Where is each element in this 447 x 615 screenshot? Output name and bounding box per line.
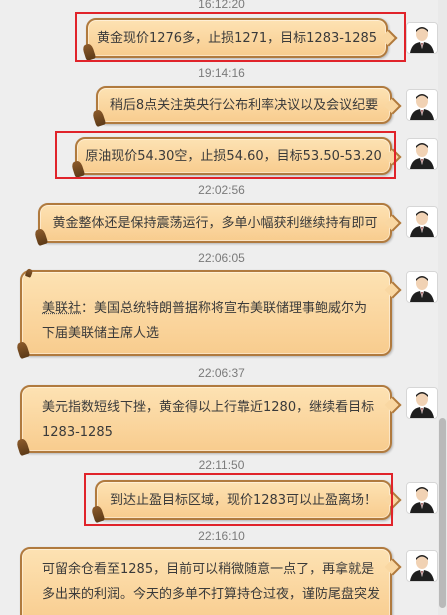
user-avatar-icon bbox=[407, 90, 437, 120]
user-avatar-icon bbox=[407, 207, 437, 237]
bubble-tail bbox=[384, 148, 402, 166]
timestamp: 22:16:10 bbox=[198, 529, 245, 543]
bubble-corner-decoration-icon bbox=[70, 159, 86, 179]
user-avatar-icon bbox=[407, 272, 437, 302]
timestamp: 22:06:05 bbox=[198, 251, 245, 265]
chat-history: 16:12:20 黄金现价1276多，止损1271，目标1283-1285 19… bbox=[0, 0, 447, 615]
bubble-tail bbox=[384, 214, 402, 232]
avatar[interactable] bbox=[406, 482, 438, 514]
message-text: 黄金整体还是保持震荡运行，多单小幅获利继续持有即可 bbox=[52, 216, 378, 231]
user-avatar-icon bbox=[407, 388, 437, 418]
scrollbar-thumb[interactable] bbox=[439, 418, 446, 608]
message-bubble[interactable]: 黄金整体还是保持震荡运行，多单小幅获利继续持有即可 bbox=[33, 203, 402, 247]
bubble-tail bbox=[380, 29, 398, 47]
timestamp: 16:12:20 bbox=[198, 0, 245, 11]
message-bubble[interactable]: 可留余仓看至1285，目前可以稍微随意一点了，再拿就是 多出来的利润。今天的多单… bbox=[20, 547, 402, 615]
bubble-corner-decoration-icon bbox=[91, 108, 107, 128]
bubble-corner-decoration-icon bbox=[90, 504, 106, 524]
message-bubble[interactable]: 黄金现价1276多，止损1271，目标1283-1285 bbox=[81, 18, 398, 62]
avatar[interactable] bbox=[406, 138, 438, 170]
message-text: 到达止盈目标区域，现价1283可以止盈离场！ bbox=[109, 493, 378, 508]
message-text: 原油现价54.30空，止损54.60，目标53.50-53.20 bbox=[85, 149, 382, 164]
message-text-line: 可留余仓看至1285，目前可以稍微随意一点了，再拿就是 bbox=[42, 562, 375, 577]
timestamp: 19:14:16 bbox=[198, 66, 245, 80]
timestamp: 22:02:56 bbox=[198, 183, 245, 197]
avatar[interactable] bbox=[406, 22, 438, 54]
bubble-corner-decoration-icon bbox=[24, 268, 34, 278]
scrollbar-track[interactable] bbox=[438, 0, 447, 615]
avatar[interactable] bbox=[406, 206, 438, 238]
avatar[interactable] bbox=[406, 271, 438, 303]
message-text-body: ：美国总统特朗普据称将宣布美联储理事鲍威尔为下届美联储主席人选 bbox=[42, 301, 368, 341]
message-text-line: 多出来的利润。今天的多单不打算持仓过夜，谨防尾盘突发 bbox=[42, 587, 381, 602]
message-text: 黄金现价1276多，止损1271，目标1283-1285 bbox=[96, 31, 378, 46]
message-bubble[interactable]: 原油现价54.30空，止损54.60，目标53.50-53.20 bbox=[70, 137, 402, 179]
message-text: 美联社：美国总统特朗普据称将宣布美联储理事鲍威尔为下届美联储主席人选 bbox=[42, 296, 378, 346]
avatar[interactable] bbox=[406, 387, 438, 419]
avatar[interactable] bbox=[406, 550, 438, 582]
user-avatar-icon bbox=[407, 483, 437, 513]
bubble-tail bbox=[384, 396, 402, 414]
bubble-corner-decoration-icon bbox=[81, 42, 97, 62]
user-avatar-icon bbox=[407, 23, 437, 53]
bubble-corner-decoration-icon bbox=[33, 227, 49, 247]
user-avatar-icon bbox=[407, 139, 437, 169]
avatar[interactable] bbox=[406, 89, 438, 121]
message-link-text[interactable]: 美联社 bbox=[42, 301, 81, 316]
timestamp: 22:11:50 bbox=[198, 458, 245, 472]
message-bubble[interactable]: 到达止盈目标区域，现价1283可以止盈离场！ bbox=[90, 480, 402, 524]
bubble-tail bbox=[384, 281, 402, 299]
message-text: 美元指数短线下挫，黄金得以上行靠近1280，继续看目标1283-1285 bbox=[42, 400, 375, 440]
message-bubble[interactable]: 美联社：美国总统特朗普据称将宣布美联储理事鲍威尔为下届美联储主席人选 bbox=[15, 268, 402, 360]
user-avatar-icon bbox=[407, 551, 437, 581]
message-bubble[interactable]: 美元指数短线下挫，黄金得以上行靠近1280，继续看目标1283-1285 bbox=[15, 385, 402, 457]
bubble-corner-decoration-icon bbox=[15, 340, 31, 360]
bubble-tail bbox=[384, 491, 402, 509]
bubble-tail bbox=[384, 97, 402, 115]
message-bubble[interactable]: 稍后8点关注英央行公布利率决议以及会议纪要 bbox=[91, 86, 402, 128]
bubble-tail bbox=[384, 558, 402, 576]
bubble-corner-decoration-icon bbox=[15, 437, 31, 457]
timestamp: 22:06:37 bbox=[198, 366, 245, 380]
message-text: 稍后8点关注英央行公布利率决议以及会议纪要 bbox=[109, 98, 379, 113]
